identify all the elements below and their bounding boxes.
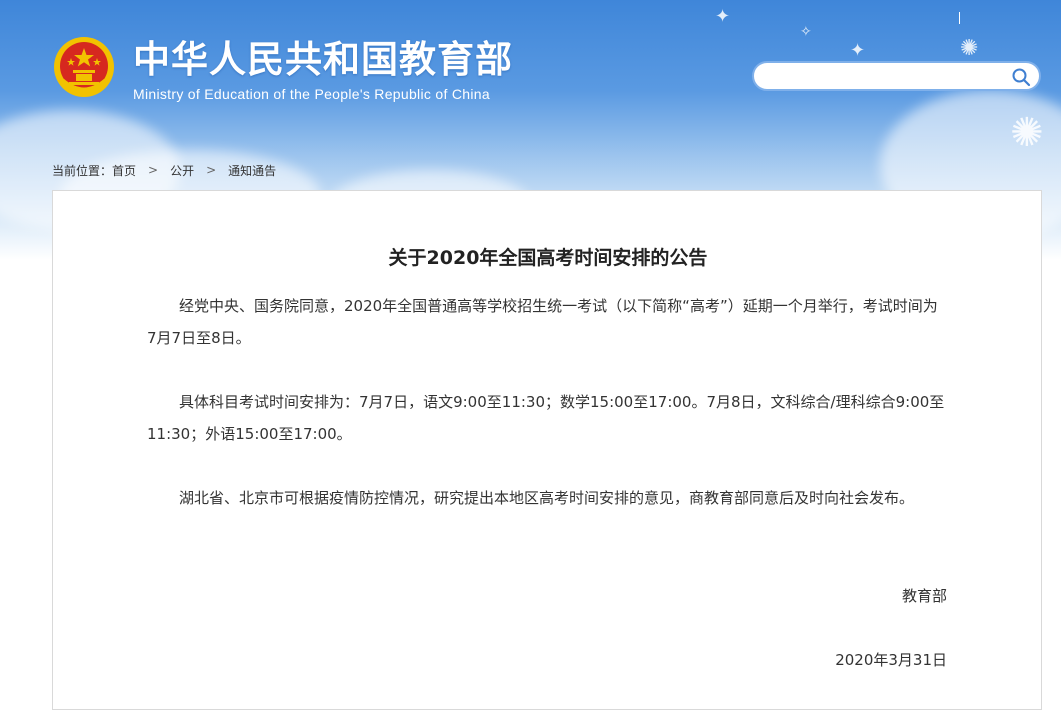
article-title: 关于2020年全国高考时间安排的公告 (388, 247, 708, 269)
breadcrumb-separator: > (148, 163, 159, 177)
breadcrumb-separator: > (206, 163, 217, 177)
breadcrumb: 当前位置： 首页 > 公开 > 通知通告 (52, 161, 276, 179)
article-paragraph: 具体科目考试时间安排为：7月7日，语文9:00至11:30；数学15:00至17… (147, 393, 945, 443)
dandelion-decoration: ✺ (1010, 110, 1044, 156)
sparkle-decoration: ✧ (800, 24, 812, 40)
dandelion-decoration: ✺ (960, 36, 979, 61)
article-paragraph: 经党中央、国务院同意，2020年全国普通高等学校招生统一考试（以下简称“高考”）… (147, 297, 938, 347)
site-title[interactable]: 中华人民共和国教育部 (133, 38, 513, 82)
national-emblem-icon[interactable] (53, 36, 115, 98)
search-icon[interactable] (1011, 67, 1031, 87)
sparkle-decoration: ✦ (850, 40, 866, 61)
search-input[interactable] (766, 67, 1010, 87)
article-paragraph: 湖北省、北京市可根据疫情防控情况，研究提出本地区高考时间安排的意见，商教育部同意… (179, 489, 915, 507)
article-date: 2020年3月31日 (835, 651, 947, 669)
article-panel: 关于2020年全国高考时间安排的公告 经党中央、国务院同意，2020年全国普通高… (52, 190, 1042, 710)
search-box[interactable] (752, 61, 1041, 91)
sparkle-decoration: ✦ (715, 6, 731, 27)
site-subtitle: Ministry of Education of the People's Re… (133, 86, 490, 102)
breadcrumb-public-link[interactable]: 公开 (170, 162, 194, 179)
breadcrumb-prefix: 当前位置： (52, 163, 113, 178)
breadcrumb-home-link[interactable]: 首页 (112, 162, 136, 179)
article-signature: 教育部 (901, 587, 947, 605)
breadcrumb-notices-link[interactable]: 通知通告 (228, 162, 276, 179)
top-divider (959, 12, 960, 24)
